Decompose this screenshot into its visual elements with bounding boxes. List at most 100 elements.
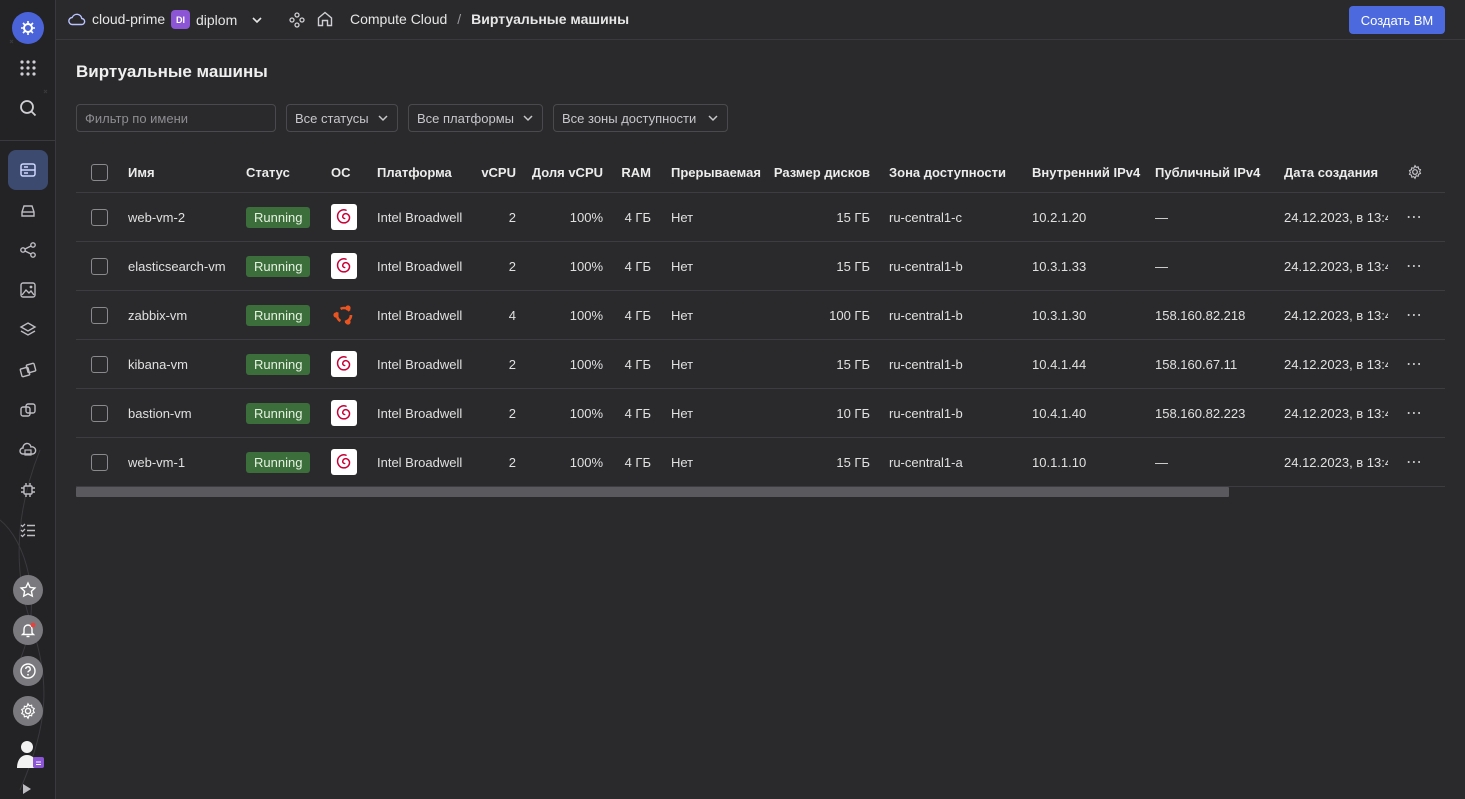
column-header-vcpu[interactable]: vCPU bbox=[476, 152, 516, 192]
disk-size-cell: 15 ГБ bbox=[836, 258, 870, 274]
sidebar-item-snapshots[interactable] bbox=[8, 430, 48, 470]
row-select-cell bbox=[91, 389, 111, 437]
column-header-preemptible[interactable]: Прерываемая bbox=[671, 152, 766, 192]
ram-cell: 4 ГБ bbox=[624, 209, 651, 225]
row-actions-button[interactable]: ⋯ bbox=[1406, 193, 1426, 241]
disk-size-cell: 10 ГБ bbox=[836, 405, 870, 421]
name-filter-input[interactable]: Фильтр по имени bbox=[76, 104, 276, 132]
horizontal-scrollbar[interactable] bbox=[76, 487, 1229, 497]
row-checkbox[interactable] bbox=[91, 208, 108, 226]
row-checkbox[interactable] bbox=[91, 404, 108, 422]
table-row[interactable]: web-vm-1 Running Intel Broadwell 2 100% 4 ГБ Н… bbox=[76, 438, 1445, 487]
vm-name[interactable]: kibana-vm bbox=[128, 340, 243, 388]
column-header-disk-size[interactable]: Размер дисков bbox=[773, 152, 870, 192]
zone-filter-dropdown[interactable]: Все зоны доступности bbox=[553, 104, 728, 132]
ram-cell: 4 ГБ bbox=[624, 356, 651, 372]
row-actions-button[interactable]: ⋯ bbox=[1406, 242, 1426, 290]
column-header-zone[interactable]: Зона доступности bbox=[889, 152, 1019, 192]
preemptible-cell: Нет bbox=[671, 405, 694, 421]
disk-icon bbox=[21, 205, 35, 217]
sidebar-item-network[interactable] bbox=[8, 230, 48, 270]
vm-name[interactable]: web-vm-2 bbox=[128, 193, 243, 241]
more-dots-icon: ⋯ bbox=[1406, 405, 1423, 422]
debian-logo-icon bbox=[331, 253, 357, 279]
app-logo[interactable] bbox=[12, 12, 44, 44]
row-checkbox[interactable] bbox=[91, 453, 108, 471]
vcpu-share-cell: 100% bbox=[569, 405, 603, 421]
row-actions-button[interactable]: ⋯ bbox=[1406, 438, 1426, 486]
sidebar-item-instance-groups[interactable] bbox=[8, 350, 48, 390]
services-grid-button[interactable] bbox=[8, 48, 48, 88]
settings-button[interactable] bbox=[13, 696, 43, 726]
help-button[interactable] bbox=[13, 656, 43, 686]
status-filter-dropdown[interactable]: Все статусы bbox=[286, 104, 398, 132]
platform-filter-dropdown[interactable]: Все платформы bbox=[408, 104, 543, 132]
share-nodes-icon bbox=[20, 242, 36, 258]
nodes-icon bbox=[289, 12, 305, 28]
os-cell bbox=[331, 291, 361, 339]
table-row[interactable]: web-vm-2 Running Intel Broadwell 2 100% 4 ГБ Н… bbox=[76, 193, 1445, 242]
row-actions-button[interactable]: ⋯ bbox=[1406, 291, 1426, 339]
disk-size-cell: 100 ГБ bbox=[829, 307, 870, 323]
row-actions-button[interactable]: ⋯ bbox=[1406, 389, 1426, 437]
cloud-selector[interactable]: cloud-prime bbox=[68, 11, 165, 27]
created-cell: 24.12.2023, в 13:40 bbox=[1284, 258, 1388, 274]
expand-sidebar-button[interactable] bbox=[22, 783, 32, 795]
sidebar-item-vms[interactable] bbox=[8, 150, 48, 190]
vm-name[interactable]: bastion-vm bbox=[128, 389, 243, 437]
created-cell: 24.12.2023, в 13:40 bbox=[1284, 454, 1388, 470]
cloud-icon bbox=[68, 13, 86, 26]
sidebar-item-images[interactable] bbox=[8, 270, 48, 310]
select-all-checkbox[interactable] bbox=[91, 163, 108, 181]
sidebar-item-operations[interactable] bbox=[8, 510, 48, 550]
folder-selector[interactable]: DI diplom bbox=[163, 10, 263, 29]
home-button[interactable] bbox=[316, 10, 334, 31]
table-settings-button[interactable] bbox=[1407, 152, 1427, 192]
column-header-public-ip[interactable]: Публичный IPv4 bbox=[1155, 152, 1265, 192]
search-button[interactable] bbox=[8, 88, 48, 128]
row-actions-button[interactable]: ⋯ bbox=[1406, 340, 1426, 388]
row-checkbox[interactable] bbox=[91, 306, 108, 324]
table-row[interactable]: elasticsearch-vm Running Intel Broadwell 2 1… bbox=[76, 242, 1445, 291]
service-map-button[interactable] bbox=[288, 11, 306, 32]
column-header-status[interactable]: Статус bbox=[246, 152, 316, 192]
vm-table: Имя Статус ОС Платформа vCPU Доля vCPU R… bbox=[76, 152, 1445, 487]
sidebar-item-placement-groups[interactable] bbox=[8, 390, 48, 430]
sidebar-item-gpu[interactable] bbox=[8, 470, 48, 510]
breadcrumb-service[interactable]: Compute Cloud bbox=[350, 11, 447, 27]
vm-name[interactable]: elasticsearch-vm bbox=[128, 242, 243, 290]
preemptible-cell: Нет bbox=[671, 356, 694, 372]
favorites-button[interactable] bbox=[13, 575, 43, 605]
table-row[interactable]: kibana-vm Running Intel Broadwell 2 100% 4 ГБ… bbox=[76, 340, 1445, 389]
notifications-button[interactable] bbox=[13, 615, 43, 645]
user-avatar[interactable] bbox=[14, 738, 44, 768]
page-title: Виртуальные машины bbox=[76, 62, 268, 81]
row-select-cell bbox=[91, 242, 111, 290]
star-icon bbox=[19, 581, 37, 598]
column-header-internal-ip[interactable]: Внутренний IPv4 bbox=[1032, 152, 1147, 192]
column-header-os[interactable]: ОС bbox=[331, 152, 371, 192]
table-row[interactable]: bastion-vm Running Intel Broadwell 2 100% 4 Г… bbox=[76, 389, 1445, 438]
row-checkbox[interactable] bbox=[91, 257, 108, 275]
table-row[interactable]: zabbix-vm Running Intel Broadwell 4 100% 4 ГБ… bbox=[76, 291, 1445, 340]
column-header-vcpu-share[interactable]: Доля vCPU bbox=[528, 152, 603, 192]
row-checkbox[interactable] bbox=[91, 355, 108, 373]
vm-name[interactable]: zabbix-vm bbox=[128, 291, 243, 339]
column-header-created[interactable]: Дата создания bbox=[1284, 152, 1388, 192]
status-cell: Running bbox=[246, 438, 326, 486]
column-header-platform[interactable]: Платформа bbox=[377, 152, 477, 192]
create-vm-button[interactable]: Создать ВМ bbox=[1349, 6, 1445, 34]
gear-logo-icon bbox=[21, 21, 35, 35]
bell-icon bbox=[20, 622, 36, 638]
chip-icon bbox=[21, 483, 35, 497]
sidebar-item-disks[interactable] bbox=[8, 191, 48, 231]
os-cell bbox=[331, 193, 361, 241]
public-ip-cell: — bbox=[1155, 258, 1168, 274]
debian-logo-icon bbox=[331, 204, 357, 230]
vcpu-cell: 2 bbox=[508, 405, 516, 421]
column-header-ram[interactable]: RAM bbox=[616, 152, 651, 192]
sidebar-item-layers[interactable] bbox=[8, 310, 48, 350]
column-header-name[interactable]: Имя bbox=[128, 152, 238, 192]
vm-name[interactable]: web-vm-1 bbox=[128, 438, 243, 486]
status-cell: Running bbox=[246, 291, 326, 339]
